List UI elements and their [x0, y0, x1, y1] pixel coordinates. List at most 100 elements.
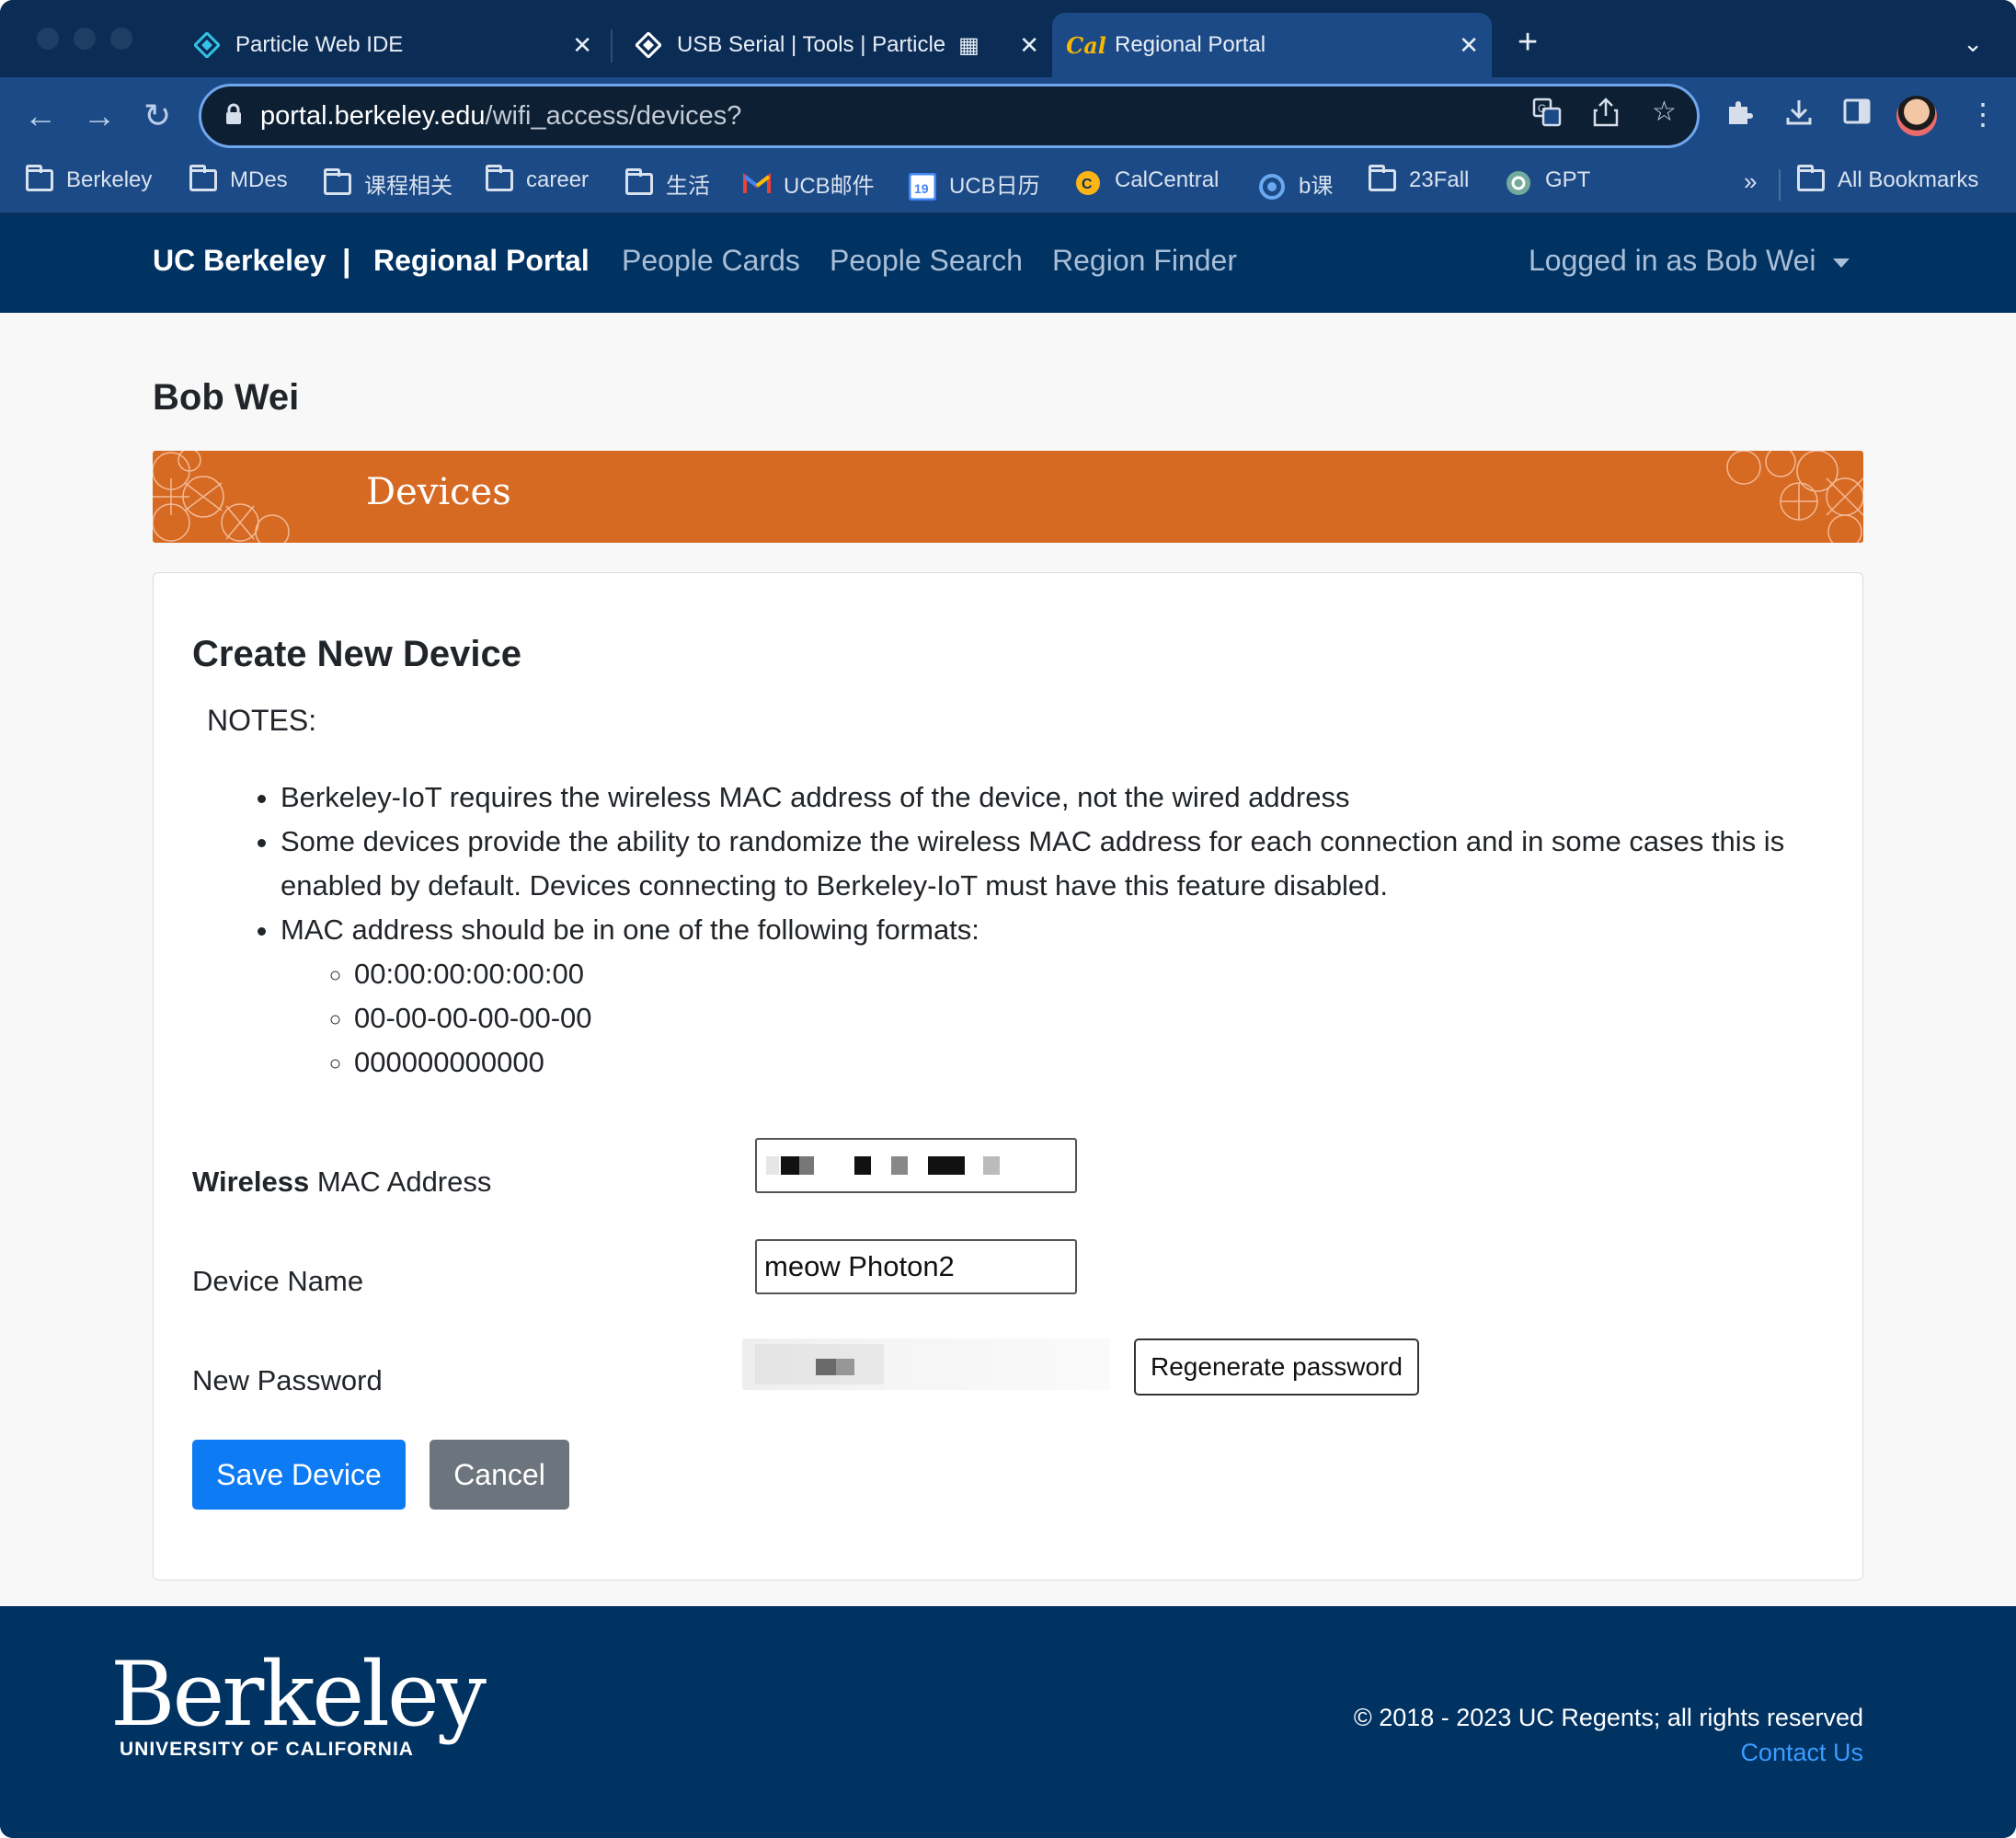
bookmark-label: UCB日历: [949, 174, 1040, 199]
tab-title: USB Serial | Tools | Particle: [677, 32, 946, 57]
banner-pattern-left: [153, 451, 290, 543]
bookmark-star-icon[interactable]: ☆: [1652, 96, 1677, 128]
brand-uc-berkeley[interactable]: UC Berkeley: [153, 244, 326, 278]
new-password-label: New Password: [192, 1364, 383, 1396]
minimize-window-button[interactable]: [74, 28, 96, 50]
bookmark-label: CalCentral: [1115, 167, 1220, 192]
calendar-icon: 19: [908, 172, 937, 201]
bookmark-career[interactable]: career: [486, 165, 590, 193]
tab-regional-portal[interactable]: Cal Regional Portal ✕: [1052, 13, 1492, 77]
note-item: Berkeley-IoT requires the wireless MAC a…: [281, 775, 1844, 820]
user-menu-toggle[interactable]: Logged in as Bob Wei: [1529, 244, 1816, 278]
mac-address-label: Wireless MAC Address: [192, 1166, 491, 1199]
bookmark-ucb-mail[interactable]: UCB邮件: [743, 167, 875, 200]
bookmark-calcentral[interactable]: C CalCentral: [1074, 167, 1220, 195]
mac-format-item: 000000000000: [354, 1040, 1844, 1085]
mac-format-item: 00:00:00:00:00:00: [354, 952, 1844, 996]
cal-icon: Cal: [1066, 31, 1106, 59]
menu-kebab-icon[interactable]: ⋮: [1968, 98, 1998, 131]
particle-icon: [193, 31, 221, 59]
bookmark-life[interactable]: 生活: [625, 167, 710, 200]
lock-icon[interactable]: [225, 103, 242, 130]
forward-icon[interactable]: →: [83, 98, 116, 134]
url-text[interactable]: portal.berkeley.edu/wifi_access/devices?: [260, 101, 741, 132]
b-icon: [1258, 173, 1286, 200]
devices-banner: Devices: [153, 451, 1863, 543]
cast-icon: ▦: [958, 32, 979, 58]
bookmark-23fall[interactable]: 23Fall: [1369, 165, 1470, 193]
site-header: UC Berkeley | Regional Portal People Car…: [0, 214, 2016, 313]
calcentral-icon: C: [1074, 169, 1102, 195]
berkeley-logo[interactable]: Berkeley: [110, 1643, 487, 1746]
folder-icon: [189, 165, 217, 191]
cancel-button[interactable]: Cancel: [430, 1440, 569, 1510]
bookmarks-overflow-button[interactable]: »: [1744, 167, 1757, 196]
new-password-field[interactable]: [742, 1338, 1110, 1390]
extensions-icon[interactable]: [1725, 98, 1755, 133]
browser-toolbar: ← → ↻ portal.berkeley.edu/wifi_access/de…: [0, 77, 2016, 155]
nav-people-search[interactable]: People Search: [830, 244, 1023, 278]
tab-search-icon[interactable]: ⌄: [1963, 29, 1983, 58]
bookmark-gpt[interactable]: GPT: [1505, 167, 1591, 195]
tab-title: Regional Portal: [1115, 32, 1266, 57]
close-tab-icon[interactable]: ✕: [1019, 33, 1039, 57]
contact-us-link[interactable]: Contact Us: [1740, 1739, 1863, 1767]
openai-icon: [1505, 169, 1532, 195]
brand-regional-portal[interactable]: Regional Portal: [373, 244, 590, 278]
bookmark-label: 课程相关: [364, 174, 452, 199]
close-window-button[interactable]: [37, 28, 59, 50]
share-icon[interactable]: [1593, 98, 1619, 134]
bookmark-b-course[interactable]: b课: [1258, 167, 1333, 200]
svg-text:C: C: [1082, 177, 1093, 192]
side-panel-icon[interactable]: [1843, 98, 1871, 132]
form-heading: Create New Device: [192, 634, 521, 674]
bookmark-berkeley[interactable]: Berkeley: [26, 165, 153, 193]
all-bookmarks-button[interactable]: All Bookmarks: [1797, 165, 1978, 193]
gmail-icon: [743, 172, 771, 195]
new-tab-button[interactable]: +: [1518, 24, 1538, 61]
bookmark-label: Berkeley: [66, 167, 153, 192]
save-device-button[interactable]: Save Device: [192, 1440, 406, 1510]
window-controls[interactable]: [37, 28, 132, 50]
bookmark-label: b课: [1299, 174, 1334, 199]
mac-label-bold: Wireless: [192, 1166, 310, 1198]
device-name-input[interactable]: [755, 1239, 1077, 1294]
mac-address-input[interactable]: [755, 1138, 1077, 1193]
download-icon[interactable]: [1784, 98, 1814, 133]
close-tab-icon[interactable]: ✕: [1459, 33, 1479, 57]
regenerate-password-button[interactable]: Regenerate password: [1134, 1338, 1419, 1396]
notes-title: NOTES:: [207, 704, 317, 737]
translate-icon[interactable]: G: [1532, 98, 1562, 134]
tab-strip: Particle Web IDE ✕ USB Serial | Tools | …: [0, 0, 2016, 77]
bookmark-courses[interactable]: 课程相关: [324, 167, 452, 200]
maximize-window-button[interactable]: [110, 28, 132, 50]
tab-particle-web-ide[interactable]: Particle Web IDE ✕: [180, 13, 605, 77]
bookmarks-separator: [1779, 169, 1781, 201]
bookmark-label: 生活: [666, 174, 710, 199]
bookmark-label: MDes: [230, 167, 288, 192]
url-path: /wifi_access/devices?: [485, 100, 742, 131]
nav-region-finder[interactable]: Region Finder: [1052, 244, 1237, 278]
tab-title: Particle Web IDE: [235, 32, 404, 57]
back-icon[interactable]: ←: [24, 98, 57, 134]
url-host: portal.berkeley.edu: [260, 100, 486, 131]
bookmark-label: career: [526, 167, 590, 192]
folder-icon: [324, 167, 351, 195]
bookmark-mdes[interactable]: MDes: [189, 165, 288, 193]
nav-people-cards[interactable]: People Cards: [622, 244, 800, 278]
tab-usb-serial[interactable]: USB Serial | Tools | Particle ▦ ✕: [622, 13, 1052, 77]
profile-avatar[interactable]: [1896, 96, 1937, 136]
copyright-text: © 2018 - 2023 UC Regents; all rights res…: [1353, 1704, 1863, 1731]
mac-label-rest: MAC Address: [309, 1166, 492, 1198]
chevron-down-icon[interactable]: [1833, 258, 1850, 268]
reload-icon[interactable]: ↻: [143, 98, 171, 134]
banner-title: Devices: [366, 471, 511, 513]
bookmark-ucb-calendar[interactable]: 19 UCB日历: [908, 167, 1040, 201]
note-text: MAC address should be in one of the foll…: [281, 913, 979, 946]
bookmark-label: 23Fall: [1409, 167, 1470, 192]
address-bar[interactable]: portal.berkeley.edu/wifi_access/devices?: [199, 84, 1700, 148]
bookmark-label: GPT: [1545, 167, 1591, 192]
close-tab-icon[interactable]: ✕: [572, 33, 592, 57]
mac-format-item: 00-00-00-00-00-00: [354, 996, 1844, 1040]
tab-separator: [611, 29, 613, 63]
